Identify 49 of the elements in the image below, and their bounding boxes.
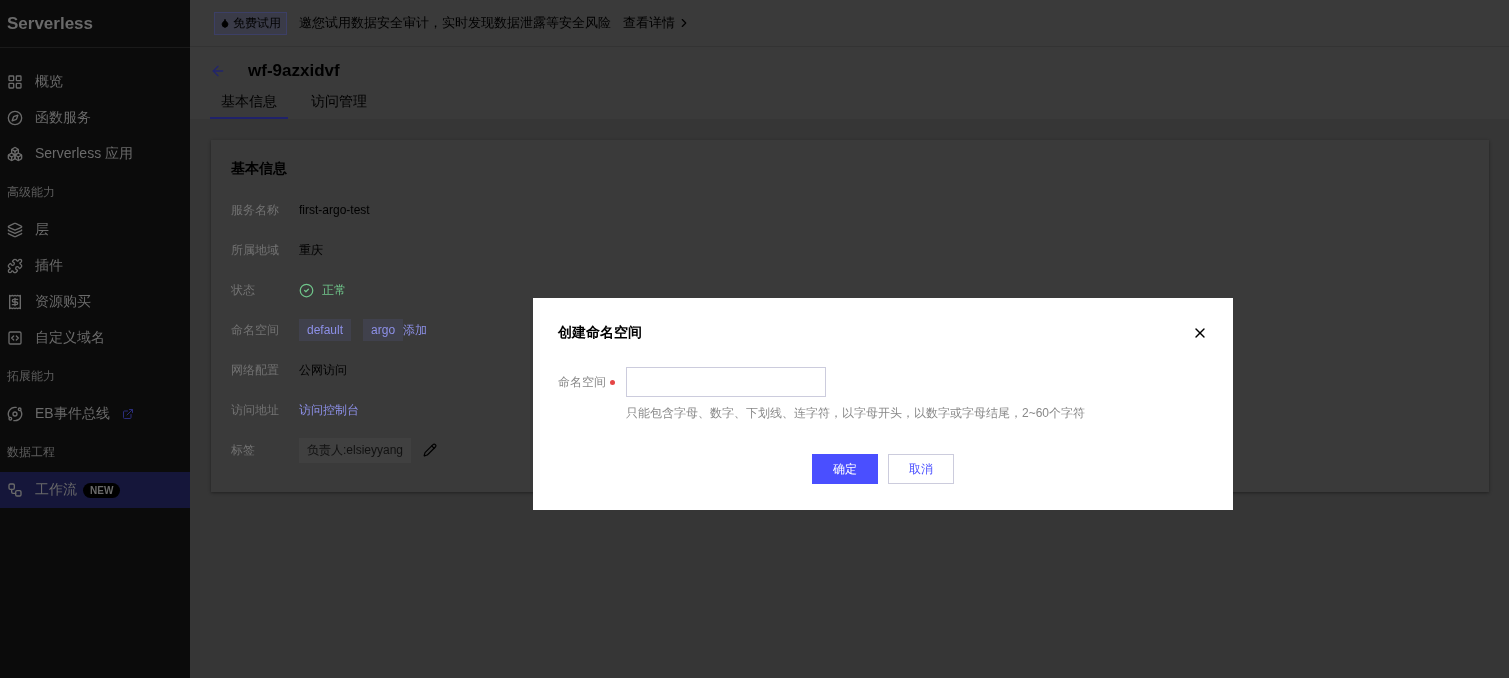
check-icon [299,282,314,298]
nav-item[interactable]: 函数服务 [0,100,190,136]
droplet-icon [220,18,230,28]
back-icon[interactable] [210,63,226,79]
nav-item[interactable]: 层 [0,212,190,248]
new-badge: NEW [83,482,121,498]
nav-icon [7,330,23,346]
nav-icon [7,406,23,422]
field-hint: 只能包含字母、数字、下划线、连字符，以字母开头，以数字或字母结尾，2~60个字符 [626,405,1087,422]
confirm-button[interactable]: 确定 [812,454,878,484]
nav-item[interactable]: Serverless 应用 [0,136,190,172]
nav-icon [7,294,23,310]
nav-item[interactable]: 概览 [0,64,190,100]
nav-group-label: 高级能力 [6,183,56,201]
nav-item[interactable]: 自定义域名 [0,320,190,356]
console-link[interactable]: 访问控制台 [299,401,359,419]
nav-item[interactable]: 插件 [0,248,190,284]
nav-item[interactable]: 工作流 NEW [0,472,190,508]
card-title: 基本信息 [231,160,288,178]
nav-label: 函数服务 [35,109,91,127]
field-label: 命名空间 [558,373,606,391]
namespace-input[interactable] [626,367,826,397]
nav-item[interactable]: EB事件总线 [0,396,190,432]
nav-label: 资源购买 [35,293,91,311]
nav-label: EB事件总线 [35,405,110,423]
namespace-tag: default [299,319,352,341]
nav-group-label: 拓展能力 [6,367,56,385]
nav-label: 层 [35,221,49,239]
badge-label: 免费试用 [233,14,281,32]
nav-icon [7,146,23,162]
edit-icon[interactable] [423,443,438,457]
status-text: 正常 [322,281,346,299]
namespace-tag: argo [363,319,404,341]
nav-icon [7,110,23,126]
nav-icon [7,74,23,90]
nav-label: 自定义域名 [35,329,105,347]
nav-icon [7,258,23,274]
nav-icon [7,482,23,498]
nav-label: 概览 [35,73,63,91]
nav-icon [7,222,23,238]
dialog-title: 创建命名空间 [558,324,642,342]
cancel-button[interactable]: 取消 [888,454,954,484]
nav-label: 工作流 [35,481,77,499]
nav-item[interactable]: 资源购买 [0,284,190,320]
nav-label: 插件 [35,257,63,275]
add-link[interactable]: 添加 [403,321,428,339]
nav-label: Serverless 应用 [35,145,134,163]
page-title: wf-9azxidvf [248,61,340,81]
nav-group-label: 数据工程 [6,443,56,461]
